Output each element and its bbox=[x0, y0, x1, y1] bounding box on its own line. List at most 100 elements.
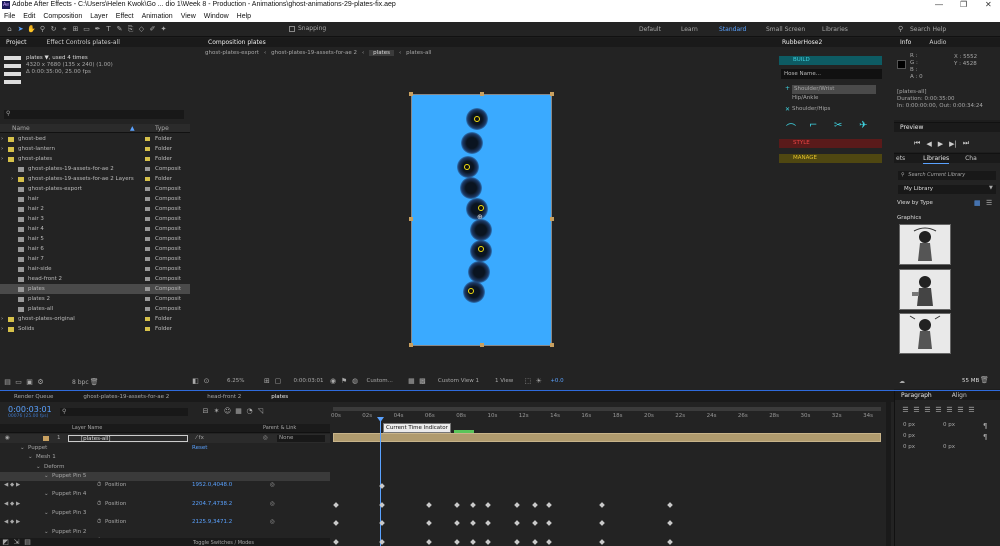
first-line-value[interactable]: 0 px bbox=[903, 433, 915, 439]
tab-plates[interactable]: plates bbox=[271, 394, 288, 400]
stopwatch-icon[interactable]: ⏱ bbox=[97, 481, 101, 490]
label-color-swatch[interactable] bbox=[145, 177, 150, 181]
hose-option[interactable]: Shoulder/Hips bbox=[792, 106, 830, 112]
property-row[interactable]: ⌄ Mesh 1 bbox=[0, 453, 330, 462]
menu-composition[interactable]: Composition bbox=[43, 13, 82, 20]
justify-center-icon[interactable]: ☰ bbox=[945, 406, 954, 415]
property-value[interactable]: Reset bbox=[192, 444, 207, 453]
grid-icon[interactable]: ⊞ bbox=[262, 377, 271, 386]
label-color-swatch[interactable] bbox=[145, 267, 150, 271]
roi-icon[interactable]: ▦ bbox=[407, 377, 416, 386]
tab-paragraph[interactable]: Paragraph bbox=[901, 391, 932, 400]
expand-arrow-icon[interactable]: › bbox=[1, 134, 3, 144]
label-color-swatch[interactable] bbox=[145, 297, 150, 301]
keyframe[interactable] bbox=[454, 539, 460, 545]
justify-right-icon[interactable]: ☰ bbox=[956, 406, 965, 415]
trash-icon[interactable]: 🗑 bbox=[980, 376, 989, 384]
close-icon[interactable]: ✕ bbox=[785, 106, 790, 113]
sort-icon[interactable]: ▲ bbox=[130, 125, 135, 132]
3d-renderer-icon[interactable]: ⬚ bbox=[523, 377, 532, 386]
menu-view[interactable]: View bbox=[181, 13, 196, 20]
tab-render-queue[interactable]: Render Queue bbox=[14, 394, 53, 400]
keyframe[interactable] bbox=[667, 520, 673, 526]
project-item[interactable]: hair 3 Composit bbox=[0, 214, 190, 224]
puppet-pin[interactable] bbox=[468, 288, 474, 294]
limb-preset-icon[interactable]: ⌒ bbox=[786, 120, 796, 135]
timecode[interactable]: 0:00:03:01 bbox=[8, 405, 52, 414]
breadcrumb-item[interactable]: plates-all bbox=[406, 50, 431, 56]
label-color-swatch[interactable] bbox=[145, 197, 150, 201]
layer-name[interactable]: [plates-all] bbox=[68, 435, 188, 442]
graphic-thumbnail[interactable] bbox=[899, 269, 951, 310]
label-color-swatch[interactable] bbox=[145, 167, 150, 171]
layer-row[interactable]: ◉ 1 [plates-all] ⁄ fx ◎ None bbox=[0, 434, 330, 443]
label-color-swatch[interactable] bbox=[145, 327, 150, 331]
mask-tool-icon[interactable]: ▭ bbox=[82, 25, 91, 34]
project-item[interactable]: hair 6 Composit bbox=[0, 244, 190, 254]
view-by-type[interactable]: View by Type bbox=[897, 200, 933, 206]
work-area-bar[interactable] bbox=[333, 407, 881, 411]
tab-effect-controls[interactable]: Effect Controls plates-all bbox=[47, 38, 120, 47]
property-row[interactable]: ⌄ Puppet Pin 5 bbox=[0, 471, 330, 482]
build-tab[interactable]: BUILD bbox=[779, 56, 882, 65]
keyframe[interactable] bbox=[546, 520, 552, 526]
new-folder-icon[interactable]: ▭ bbox=[14, 378, 23, 387]
project-item[interactable]: › ghost-bed Folder bbox=[0, 134, 190, 144]
ltr-icon[interactable]: ¶ bbox=[983, 433, 987, 441]
menu-layer[interactable]: Layer bbox=[90, 13, 108, 20]
tab-libraries[interactable]: Libraries bbox=[923, 154, 950, 164]
bpc-label[interactable]: 8 bpc bbox=[72, 379, 89, 386]
puppet-pin[interactable] bbox=[474, 116, 480, 122]
style-tab[interactable]: STYLE bbox=[779, 139, 882, 148]
graphics-section[interactable]: Graphics bbox=[897, 215, 921, 221]
search-help[interactable]: Search Help bbox=[910, 26, 946, 33]
tab-info[interactable]: Info bbox=[900, 38, 911, 47]
tab-comp[interactable]: head-front 2 bbox=[207, 394, 241, 400]
puppet-pin[interactable] bbox=[478, 246, 484, 252]
label-color-swatch[interactable] bbox=[145, 217, 150, 221]
property-value[interactable]: 2204.7,4738.2 bbox=[192, 500, 232, 509]
layer-label-color[interactable] bbox=[43, 436, 49, 441]
graph-editor-icon[interactable]: ◹ bbox=[256, 407, 265, 416]
graphic-thumbnail[interactable] bbox=[899, 224, 951, 265]
roto-tool-icon[interactable]: ✐ bbox=[148, 25, 157, 34]
keyframe[interactable] bbox=[485, 502, 491, 508]
label-color-swatch[interactable] bbox=[145, 157, 150, 161]
camera-tool-icon[interactable]: ⌖ bbox=[60, 25, 69, 34]
expand-arrow-icon[interactable]: ⌄ bbox=[44, 509, 49, 518]
property-value[interactable]: 2125.9,3471.2 bbox=[192, 518, 232, 527]
channel-icon[interactable]: ◍ bbox=[351, 377, 360, 386]
views-select[interactable]: 1 View bbox=[495, 378, 513, 384]
keyframe[interactable] bbox=[333, 502, 339, 508]
justify-all-icon[interactable]: ☰ bbox=[967, 406, 976, 415]
property-row[interactable]: ◀ ◆ ▶ ⏱ Position 2204.7,4738.2 ◎ bbox=[0, 500, 330, 509]
add-icon[interactable]: + bbox=[785, 85, 790, 92]
library-select[interactable]: My Library bbox=[898, 185, 996, 194]
puppet-pin[interactable] bbox=[464, 164, 470, 170]
reset-exposure-icon[interactable]: ☀ bbox=[534, 377, 543, 386]
stopwatch-icon[interactable]: ⏱ bbox=[97, 500, 101, 509]
tab-composition[interactable]: Composition plates bbox=[208, 38, 266, 47]
menu-help[interactable]: Help bbox=[237, 13, 251, 20]
draft-3d-icon[interactable]: ✶ bbox=[212, 407, 221, 416]
expression-pickwhip-icon[interactable]: ◎ bbox=[270, 500, 275, 509]
project-item[interactable]: hair 7 Composit bbox=[0, 254, 190, 264]
expand-arrow-icon[interactable]: ⌄ bbox=[20, 444, 25, 453]
brush-tool-icon[interactable]: ✎ bbox=[115, 25, 124, 34]
tab-character[interactable]: Cha bbox=[965, 154, 977, 163]
project-item[interactable]: ghost-plates-export Composit bbox=[0, 184, 190, 194]
settings-icon[interactable]: ⚙ bbox=[36, 378, 45, 387]
project-item[interactable]: › ghost-lantern Folder bbox=[0, 144, 190, 154]
play-icon[interactable]: ▶ bbox=[938, 140, 943, 148]
view-select[interactable]: Custom View 1 bbox=[438, 378, 479, 384]
interpret-footage-icon[interactable]: ▤ bbox=[3, 378, 12, 387]
project-item[interactable]: › Solids Folder bbox=[0, 324, 190, 334]
label-color-swatch[interactable] bbox=[145, 137, 150, 141]
eye-icon[interactable]: ◉ bbox=[5, 435, 10, 441]
project-item[interactable]: hair 2 Composit bbox=[0, 204, 190, 214]
selection-tool-icon[interactable]: ➤ bbox=[16, 25, 25, 34]
label-color-swatch[interactable] bbox=[145, 147, 150, 151]
menu-edit[interactable]: Edit bbox=[23, 13, 35, 20]
first-frame-icon[interactable]: ⏮ bbox=[914, 139, 920, 148]
expand-icon[interactable]: ⇲ bbox=[12, 538, 21, 546]
